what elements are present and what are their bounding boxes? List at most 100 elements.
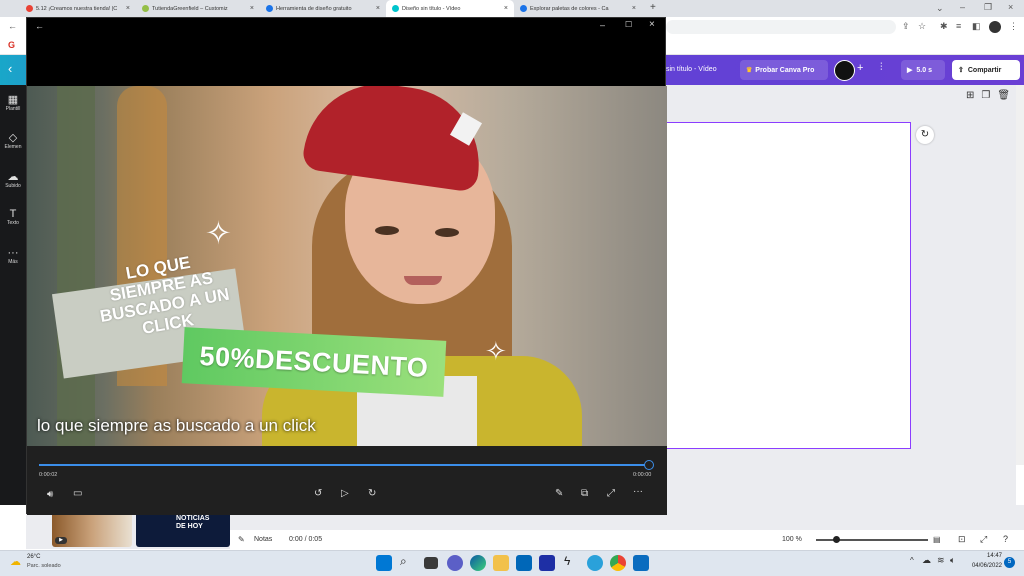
- maximize-icon[interactable]: ☐: [625, 20, 632, 29]
- duplicate-page-icon[interactable]: ❐: [981, 90, 990, 101]
- play-icon: ▶: [907, 67, 913, 74]
- video-app-icon[interactable]: [633, 555, 649, 571]
- add-collaborator-icon[interactable]: +: [857, 62, 863, 74]
- lightning-app-icon[interactable]: ϟ: [564, 554, 570, 568]
- weather-icon[interactable]: ☁: [10, 555, 21, 568]
- browser-tab-1[interactable]: 5.12 ¡Creamos nuestra tienda! |C ×: [20, 0, 136, 17]
- help-icon[interactable]: ?: [1003, 534, 1008, 544]
- gmail-bookmark[interactable]: G: [8, 40, 15, 50]
- chrome-icon[interactable]: [610, 555, 626, 571]
- close-tab-icon[interactable]: ×: [250, 5, 254, 12]
- fullscreen-icon[interactable]: ⤢: [980, 534, 987, 545]
- sidebar-item-templates[interactable]: ▦ Plantill: [0, 93, 26, 112]
- forward-30-icon[interactable]: ↻: [368, 488, 376, 499]
- templates-icon: ▦: [7, 94, 19, 106]
- delete-page-icon[interactable]: 🗑: [997, 90, 1010, 101]
- browser-tab-5[interactable]: Explorar paletas de colores - Ca ×: [514, 0, 642, 17]
- restore-icon[interactable]: ❐: [984, 2, 992, 13]
- chat-icon[interactable]: [447, 555, 463, 571]
- play-button[interactable]: ▷: [341, 488, 349, 499]
- extensions-icon[interactable]: ✱: [940, 21, 948, 32]
- mini-view-icon[interactable]: ⧉: [581, 488, 588, 499]
- add-page-icon[interactable]: ⊞: [966, 90, 974, 101]
- thumbnail-text: NOTICIAS: [176, 515, 210, 522]
- notification-badge[interactable]: 5: [1004, 557, 1015, 568]
- reading-list-icon[interactable]: ≡: [956, 21, 961, 31]
- minimize-icon[interactable]: –: [600, 20, 605, 30]
- browser-menu-icon[interactable]: ⋮: [1009, 21, 1018, 32]
- try-pro-button[interactable]: ♛ Probar Canva Pro: [740, 60, 828, 80]
- new-tab-button[interactable]: +: [650, 2, 656, 13]
- notes-button[interactable]: Notas: [254, 536, 272, 543]
- start-menu-icon[interactable]: [376, 555, 392, 571]
- address-input[interactable]: [666, 20, 896, 34]
- page-tools: ⊞ ❐ 🗑: [966, 90, 1010, 101]
- sidepanel-icon[interactable]: ◧: [972, 21, 981, 32]
- mail-icon[interactable]: [516, 555, 532, 571]
- tab-favicon-icon: [26, 5, 33, 12]
- grid-view-icon[interactable]: ▤: [933, 535, 941, 544]
- remaining-time: 0:00:00: [633, 472, 652, 478]
- zoom-slider-thumb[interactable]: [833, 536, 840, 543]
- clock-date[interactable]: 04/06/2022: [952, 563, 1002, 569]
- task-view-icon[interactable]: [424, 557, 438, 569]
- design-title[interactable]: sin título - Vídeo: [666, 66, 717, 73]
- back-arrow-icon[interactable]: ←: [8, 21, 17, 31]
- sidebar-item-uploads[interactable]: ☁ Subido: [0, 170, 26, 189]
- insights-icon[interactable]: ⫶: [880, 62, 883, 73]
- vertical-scrollbar[interactable]: [1016, 85, 1024, 465]
- more-options-icon[interactable]: ···: [633, 486, 643, 497]
- seek-bar-track[interactable]: [39, 464, 649, 466]
- play-preview-button[interactable]: ▶ 5.0 s: [901, 60, 945, 80]
- edge-icon[interactable]: [470, 555, 486, 571]
- file-explorer-icon[interactable]: [493, 555, 509, 571]
- design-page[interactable]: [666, 122, 911, 449]
- bookmark-star-icon[interactable]: ☆: [918, 21, 926, 32]
- store-icon[interactable]: [539, 555, 555, 571]
- user-avatar[interactable]: [834, 60, 855, 81]
- video-frame[interactable]: ✧ ✧ LO QUE SIEMPRE AS BUSCADO A UN CLICK…: [27, 86, 667, 446]
- wifi-icon[interactable]: ≋: [937, 555, 945, 566]
- rewind-10-icon[interactable]: ↺: [314, 488, 322, 499]
- time-display: 0:00 / 0:05: [289, 536, 323, 543]
- close-tab-icon[interactable]: ×: [632, 5, 636, 12]
- notes-icon[interactable]: ✎: [238, 535, 245, 544]
- sidebar-item-elements[interactable]: ◇ Elemen: [0, 131, 26, 150]
- close-icon[interactable]: ×: [1008, 2, 1013, 12]
- minimize-icon[interactable]: –: [960, 2, 965, 12]
- close-tab-icon[interactable]: ×: [504, 5, 508, 12]
- clock-time[interactable]: 14:47: [966, 553, 1002, 559]
- sidebar-item-text[interactable]: T Texto: [0, 208, 26, 226]
- fullscreen-icon[interactable]: ⤢: [607, 488, 615, 499]
- refresh-icon[interactable]: ↻: [916, 126, 934, 144]
- tab-search-icon[interactable]: ⌄: [936, 3, 944, 14]
- back-chevron-icon[interactable]: ‹: [8, 61, 12, 76]
- volume-icon[interactable]: 🔊︎: [47, 489, 53, 500]
- tab-favicon-icon: [520, 5, 527, 12]
- profile-avatar[interactable]: [989, 21, 1001, 33]
- close-tab-icon[interactable]: ×: [126, 5, 130, 12]
- telegram-icon[interactable]: [587, 555, 603, 571]
- close-icon[interactable]: ×: [649, 19, 655, 30]
- captions-icon[interactable]: ▭: [73, 488, 82, 499]
- cloud-icon[interactable]: ☁: [922, 555, 931, 566]
- timeline-thumbnail-1[interactable]: ▶: [52, 511, 132, 547]
- edit-pencil-icon[interactable]: ✎: [555, 488, 563, 499]
- page-count-icon[interactable]: ⊡: [958, 534, 966, 545]
- show-hidden-icons[interactable]: ^: [910, 556, 914, 565]
- tab-label: Explorar paletas de colores - Ca: [530, 5, 609, 12]
- timeline-thumbnail-2[interactable]: NOTICIAS DE HOY: [136, 511, 230, 547]
- windows-taskbar: ☁ 26°C Parc. soleado ⌕ ϟ ^ ☁ ≋ 🔈︎ 14:47 …: [0, 550, 1024, 576]
- left-eye: [375, 226, 399, 235]
- share-page-icon[interactable]: ⇪: [902, 21, 910, 32]
- browser-tab-2[interactable]: TutiendaGreenfield – Customiz ×: [136, 0, 260, 17]
- browser-tab-4[interactable]: Diseño sin título - Vídeo ×: [386, 0, 514, 17]
- browser-tab-3[interactable]: Herramienta de diseño gratuito ×: [260, 0, 386, 17]
- tab-favicon-icon: [142, 5, 149, 12]
- close-tab-icon[interactable]: ×: [376, 5, 380, 12]
- sidebar-item-more[interactable]: ··· Más: [0, 247, 26, 265]
- share-button[interactable]: ⇧ Compartir: [952, 60, 1020, 80]
- search-icon[interactable]: ⌕: [400, 554, 407, 569]
- back-arrow-icon[interactable]: ←: [35, 21, 44, 31]
- seek-bar-thumb[interactable]: [644, 460, 654, 470]
